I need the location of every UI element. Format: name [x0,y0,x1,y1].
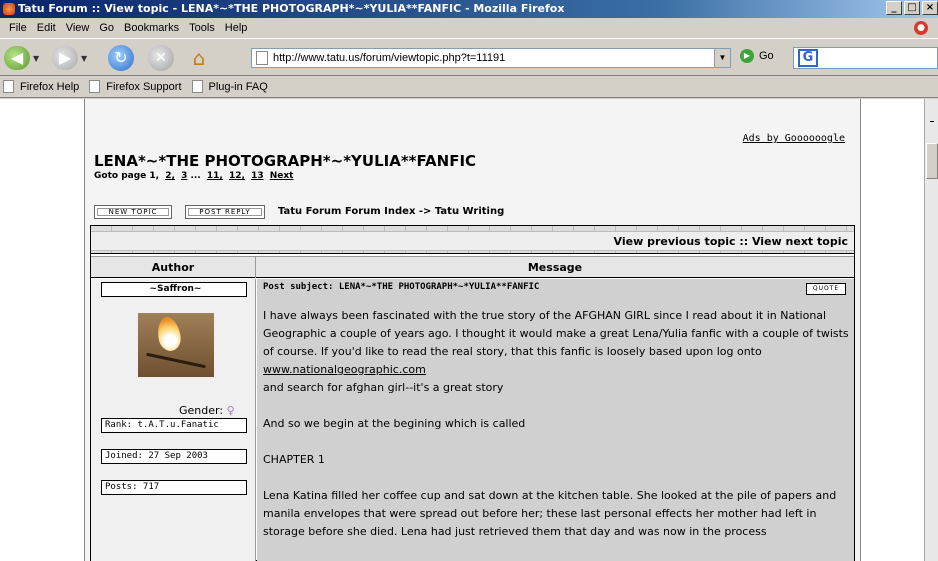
home-button[interactable]: ⌂ [186,45,212,71]
url-bar[interactable]: http://www.tatu.us/forum/viewtopic.php?t… [251,48,731,68]
post-table: View previous topic :: View next topic A… [90,225,855,561]
close-button[interactable]: × [922,1,938,15]
search-input[interactable]: G [793,47,938,69]
page-12-link[interactable]: 12, [229,171,245,181]
breadcrumb[interactable]: Tatu Forum Forum Index -> Tatu Writing [278,206,504,217]
page-icon [89,80,101,93]
firefox-app-icon [3,3,15,15]
page-icon [256,51,268,65]
page-2-link[interactable]: 2, [165,171,175,181]
page-title[interactable]: LENA*~*THE PHOTOGRAPH*~*YULIA**FANFIC [94,152,476,170]
author-column-header: Author [91,257,256,278]
joined-date: Joined: 27 Sep 2003 [101,449,247,464]
scrollbar-thumb[interactable] [926,143,938,179]
forward-dropdown-icon[interactable]: ▼ [81,54,87,63]
match-stick-icon [146,352,206,369]
avatar [138,313,214,377]
bookmark-label: Firefox Support [106,80,182,93]
page-1: 1, [149,171,160,181]
window-titlebar: Tatu Forum :: View topic - LENA*~*THE PH… [0,0,938,18]
url-input[interactable]: http://www.tatu.us/forum/viewtopic.php?t… [273,52,714,64]
post-body: I have always been fascinated with the t… [263,307,853,541]
scroll-up-icon[interactable] [930,121,934,122]
bookmark-plugin-faq[interactable]: Plug-in FAQ [191,80,268,93]
bookmark-label: Firefox Help [20,80,80,93]
back-dropdown-icon[interactable]: ▼ [33,54,39,63]
go-button[interactable]: ▶ Go [740,49,774,63]
navigation-toolbar: ◀ ▼ ▶ ▼ ↻ ✕ ⌂ http://www.tatu.us/forum/v… [0,38,938,76]
menu-go[interactable]: Go [94,22,119,34]
reload-button[interactable]: ↻ [108,45,134,71]
bookmark-firefox-support[interactable]: Firefox Support [89,80,182,93]
post-reply-button[interactable]: POST REPLY [185,205,265,219]
bookmark-firefox-help[interactable]: Firefox Help [3,80,79,93]
gender-label: Gender: [179,404,224,417]
page-11-link[interactable]: 11, [207,171,223,181]
rank-badge: Rank: t.A.T.u.Fanatic [101,418,247,433]
ads-link[interactable]: Ads by Goooooogle [743,133,845,144]
female-icon: ♀ [226,404,235,417]
match-flame-icon [155,315,183,353]
new-topic-button[interactable]: NEW TOPIC [94,205,172,219]
forward-arrow-icon: ▶ [52,46,78,70]
page-icon [191,80,203,93]
post-subject: Post subject: LENA*~*THE PHOTOGRAPH*~*YU… [263,282,540,292]
forward-button[interactable]: ▶ ▼ [52,45,87,71]
quote-button[interactable]: QUOTE [806,283,846,295]
menu-edit[interactable]: Edit [32,22,61,34]
stop-icon: ✕ [148,45,174,71]
external-link[interactable]: www.nationalgeographic.com [263,363,426,376]
author-name[interactable]: ~Saffron~ [101,282,247,297]
post-paragraph: and search for afghan girl--it's a great… [263,381,504,394]
page-ellipsis: ... [190,171,201,181]
menu-bar: File Edit View Go Bookmarks Tools Help [0,18,938,38]
message-panel: Post subject: LENA*~*THE PHOTOGRAPH*~*YU… [257,279,854,561]
go-arrow-icon: ▶ [740,49,754,63]
next-page-link[interactable]: Next [270,171,294,181]
vertical-scrollbar[interactable] [924,99,938,561]
post-paragraph: I have always been fascinated with the t… [263,309,849,358]
menu-help[interactable]: Help [220,22,253,34]
topic-nav-row: View previous topic :: View next topic [91,226,854,254]
page-icon [3,80,14,93]
go-label: Go [759,50,774,62]
table-header: Author Message [91,256,854,278]
maximize-button[interactable]: □ [904,1,920,15]
page-3-link[interactable]: 3 [181,171,187,181]
topic-nav-inner: View previous topic :: View next topic [91,231,854,251]
author-panel: ~Saffron~ Gender: ♀ Rank: t.A.T.u.Fanati… [91,279,256,561]
url-dropdown-icon[interactable]: ▼ [714,49,730,67]
message-column-header: Message [527,261,583,274]
back-button[interactable]: ◀ ▼ [4,45,39,71]
menu-view[interactable]: View [61,22,95,34]
minimize-button[interactable]: _ [886,1,902,15]
throbber-icon: ● [914,21,928,35]
window-controls: _ □ × [886,1,938,15]
chapter-heading: CHAPTER 1 [263,453,325,466]
home-icon: ⌂ [192,46,206,70]
window-title: Tatu Forum :: View topic - LENA*~*THE PH… [18,2,565,15]
menu-bookmarks[interactable]: Bookmarks [119,22,184,34]
page-content: Ads by Goooooogle LENA*~*THE PHOTOGRAPH*… [0,99,924,561]
gender-info: Gender: ♀ [179,404,235,417]
pagination: Goto page 1, 2, 3 ... 11, 12, 13 Next [94,171,293,181]
post-paragraph: And so we begin at the begining which is… [263,417,526,430]
reload-icon: ↻ [108,45,134,71]
menu-file[interactable]: File [4,22,32,34]
post-paragraph: Lena Katina filled her coffee cup and sa… [263,489,837,538]
goto-label: Goto page [94,171,147,181]
bookmark-label: Plug-in FAQ [208,80,268,93]
stop-button[interactable]: ✕ [148,45,174,71]
post-count: Posts: 717 [101,480,247,495]
page-13-link[interactable]: 13 [251,171,264,181]
forum-wrapper: Ads by Goooooogle LENA*~*THE PHOTOGRAPH*… [84,99,861,561]
bookmarks-toolbar: Firefox Help Firefox Support Plug-in FAQ [0,76,938,98]
menu-tools[interactable]: Tools [184,22,220,34]
google-icon: G [798,49,818,67]
view-prev-next-topic[interactable]: View previous topic :: View next topic [614,235,848,248]
back-arrow-icon: ◀ [4,46,30,70]
